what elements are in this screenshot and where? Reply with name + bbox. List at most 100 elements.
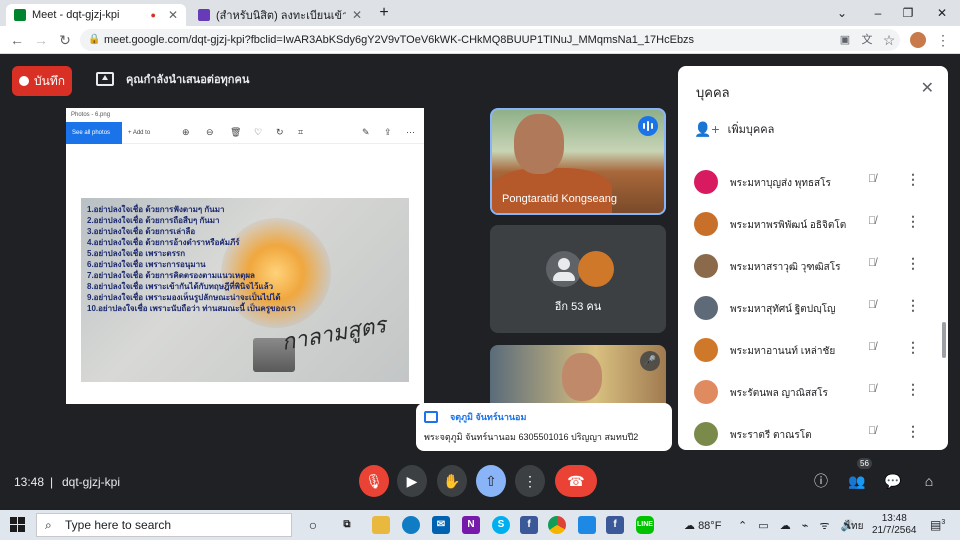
more-options-button[interactable]: ⋮ xyxy=(515,465,545,497)
person-avatar xyxy=(694,422,718,446)
cortana-icon[interactable]: ○ xyxy=(304,516,322,534)
people-list-item[interactable]: พระมหาอานนท์ เหล่าชัย 🎙̸ ⋮ xyxy=(678,330,948,372)
add-people-button[interactable]: 👤+ เพิ่มบุคคล xyxy=(694,120,774,138)
meet-favicon-icon xyxy=(14,9,26,21)
record-button[interactable]: บันทึก xyxy=(12,66,72,96)
add-people-label: เพิ่มบุคคล xyxy=(727,124,775,136)
activities-icon[interactable]: ⌂ xyxy=(918,470,940,492)
zoom-out-icon[interactable]: ⊖ xyxy=(206,127,214,138)
people-panel-title: บุคคล xyxy=(696,85,730,100)
more-vert-icon[interactable]: ⋮ xyxy=(906,171,920,188)
delete-icon[interactable]: 🗑 xyxy=(230,127,241,138)
meeting-details-icon[interactable]: ⓘ xyxy=(810,470,832,492)
mic-toggle-button[interactable]: 🎙 xyxy=(359,465,389,497)
leave-call-button[interactable]: ☎ xyxy=(555,465,597,497)
skype-icon[interactable]: S xyxy=(492,516,510,534)
more-icon[interactable]: ⋯ xyxy=(406,127,415,138)
rotate-icon[interactable]: ↻ xyxy=(276,127,284,138)
edit-icon[interactable]: ✎ xyxy=(362,127,370,138)
end-call-icon: ☎ xyxy=(567,472,585,489)
more-vert-icon[interactable]: ⋮ xyxy=(906,339,920,356)
minimize-icon[interactable]: – xyxy=(868,4,888,22)
slide-list-item: 2.อย่าปลงใจเชื่อ ด้วยการถือสืบๆ กันมา xyxy=(87,216,220,225)
person-avatar-icon xyxy=(546,251,582,287)
chat-message: พระจตุภูมิ จันทร์นานอม 6305501016 ปริญญา… xyxy=(424,432,639,442)
add-to-button[interactable]: + Add to xyxy=(128,130,150,136)
windows-start-icon[interactable] xyxy=(10,517,26,533)
zoom-in-icon[interactable]: ⊕ xyxy=(182,127,190,138)
edge-icon[interactable] xyxy=(402,516,420,534)
tab-search-icon[interactable]: ⌄ xyxy=(832,4,852,22)
photos-window-title: Photos - 6.png xyxy=(71,112,111,118)
people-icon[interactable]: 👥 xyxy=(846,470,868,492)
crop-icon[interactable]: ⌗ xyxy=(298,127,303,138)
person-name: พระรัตนพล ญาณิสสโร xyxy=(730,388,828,399)
mic-off-icon: 🎙̸ xyxy=(868,257,877,269)
people-list-item[interactable]: พระมหาบุญส่ง พุทธสโร 🎙̸ ⋮ xyxy=(678,162,948,204)
tab-forms[interactable]: (สำหรับนิสิต) ลงทะเบียนเข้าร่วมกิจกรรม ✕ xyxy=(190,4,370,26)
url-field[interactable]: 🔒 meet.google.com/dqt-gjzj-kpi?fbclid=Iw… xyxy=(80,29,900,51)
facebook-icon[interactable]: f xyxy=(520,516,538,534)
share-icon[interactable]: ⇪ xyxy=(384,127,392,138)
more-vert-icon[interactable]: ⋮ xyxy=(906,213,920,230)
chrome-icon[interactable] xyxy=(548,516,566,534)
record-icon xyxy=(19,76,29,86)
participant-tile-speaker[interactable]: Pongtaratid Kongseang xyxy=(490,108,666,215)
reload-icon[interactable]: ↻ xyxy=(56,31,74,49)
weather-widget[interactable]: ☁ 88°F xyxy=(684,519,721,532)
chat-toggle-icon[interactable]: 💬 xyxy=(882,470,904,492)
notification-center-icon[interactable]: ▤3 xyxy=(930,518,945,532)
people-list-item[interactable]: พระมหาพรพิพัฒน์ อธิจิตโต 🎙̸ ⋮ xyxy=(678,204,948,246)
people-scrollbar[interactable] xyxy=(942,322,946,358)
camera-toggle-button[interactable]: ▶ xyxy=(397,465,427,497)
line-icon[interactable]: LINE xyxy=(636,516,654,534)
people-list-item[interactable]: พระราตรี ตาณรโต 🎙̸ ⋮ xyxy=(678,414,948,450)
taskbar-search-input[interactable]: ⌕ Type here to search xyxy=(36,513,292,537)
see-all-photos-button[interactable]: See all photos xyxy=(66,122,122,144)
facebook-icon[interactable]: f xyxy=(606,516,624,534)
favorite-icon[interactable]: ♡ xyxy=(254,127,262,138)
tab-meet[interactable]: Meet - dqt-gjzj-kpi ● ✕ xyxy=(6,4,186,26)
browser-tab-bar: Meet - dqt-gjzj-kpi ● ✕ (สำหรับนิสิต) ลง… xyxy=(0,0,960,26)
task-view-icon[interactable]: ⧉ xyxy=(338,516,356,534)
more-vert-icon[interactable]: ⋮ xyxy=(906,297,920,314)
restore-icon[interactable]: ❐ xyxy=(898,4,918,22)
slide-list-item: 5.อย่าปลงใจเชื่อ เพราะตรรก xyxy=(87,249,186,258)
more-vert-icon[interactable]: ⋮ xyxy=(906,423,920,440)
profile-avatar[interactable] xyxy=(910,32,926,48)
translate-icon[interactable]: 文 xyxy=(858,31,876,49)
mail-icon[interactable]: ✉ xyxy=(432,516,450,534)
people-list-item[interactable]: พระมหาสุทัศน์ ฐิตปญฺโญ 🎙̸ ⋮ xyxy=(678,288,948,330)
more-vert-icon[interactable]: ⋮ xyxy=(906,381,920,398)
present-button[interactable]: ⇧ xyxy=(476,465,506,497)
muted-mic-icon: 🎤 xyxy=(640,351,660,371)
new-tab-button[interactable]: + xyxy=(374,4,394,22)
system-clock[interactable]: 13:48 21/7/2564 xyxy=(872,513,917,537)
onenote-icon[interactable]: N xyxy=(462,516,480,534)
close-tab-icon[interactable]: ✕ xyxy=(168,8,178,22)
back-icon[interactable]: ← xyxy=(8,31,26,49)
camera-permission-icon[interactable]: ▣ xyxy=(836,31,854,49)
close-panel-icon[interactable]: ✕ xyxy=(921,78,934,98)
chat-notification[interactable]: จตุภูมิ จันทร์นานอม พระจตุภูมิ จันทร์นาน… xyxy=(416,403,672,451)
people-list-item[interactable]: พระมหาสราวุฒิ วุฑฒิสโร 🎙̸ ⋮ xyxy=(678,246,948,288)
close-tab-icon[interactable]: ✕ xyxy=(352,8,362,22)
person-avatar xyxy=(694,170,718,194)
chrome-menu-icon[interactable]: ⋮ xyxy=(934,31,952,49)
window-close-icon[interactable]: ✕ xyxy=(932,4,952,22)
person-name: พระมหาพรพิพัฒน์ อธิจิตโต xyxy=(730,220,847,231)
input-language[interactable]: ไทย xyxy=(846,519,863,534)
slide-list-item: 4.อย่าปลงใจเชื่อ ด้วยการอ้างตำราหรือคัมภ… xyxy=(87,238,240,247)
forward-icon[interactable]: → xyxy=(32,31,50,49)
others-tile[interactable]: อีก 53 คน xyxy=(490,225,666,333)
participant-name: Pongtaratid Kongseang xyxy=(502,193,617,205)
bookmark-star-icon[interactable]: ☆ xyxy=(880,31,898,49)
system-tray-icons[interactable]: ⌃ ▭ ☁ ⌁ ᯤ 🔊 xyxy=(738,518,858,533)
windows-taskbar: ⌕ Type here to search ○ ⧉ ✉ N S f f LINE… xyxy=(0,510,960,540)
raise-hand-button[interactable]: ✋ xyxy=(437,465,467,497)
photos-icon[interactable] xyxy=(578,516,596,534)
more-vert-icon[interactable]: ⋮ xyxy=(906,255,920,272)
people-list-item[interactable]: พระรัตนพล ญาณิสสโร 🎙̸ ⋮ xyxy=(678,372,948,414)
participant-video xyxy=(492,168,612,213)
file-explorer-icon[interactable] xyxy=(372,516,390,534)
